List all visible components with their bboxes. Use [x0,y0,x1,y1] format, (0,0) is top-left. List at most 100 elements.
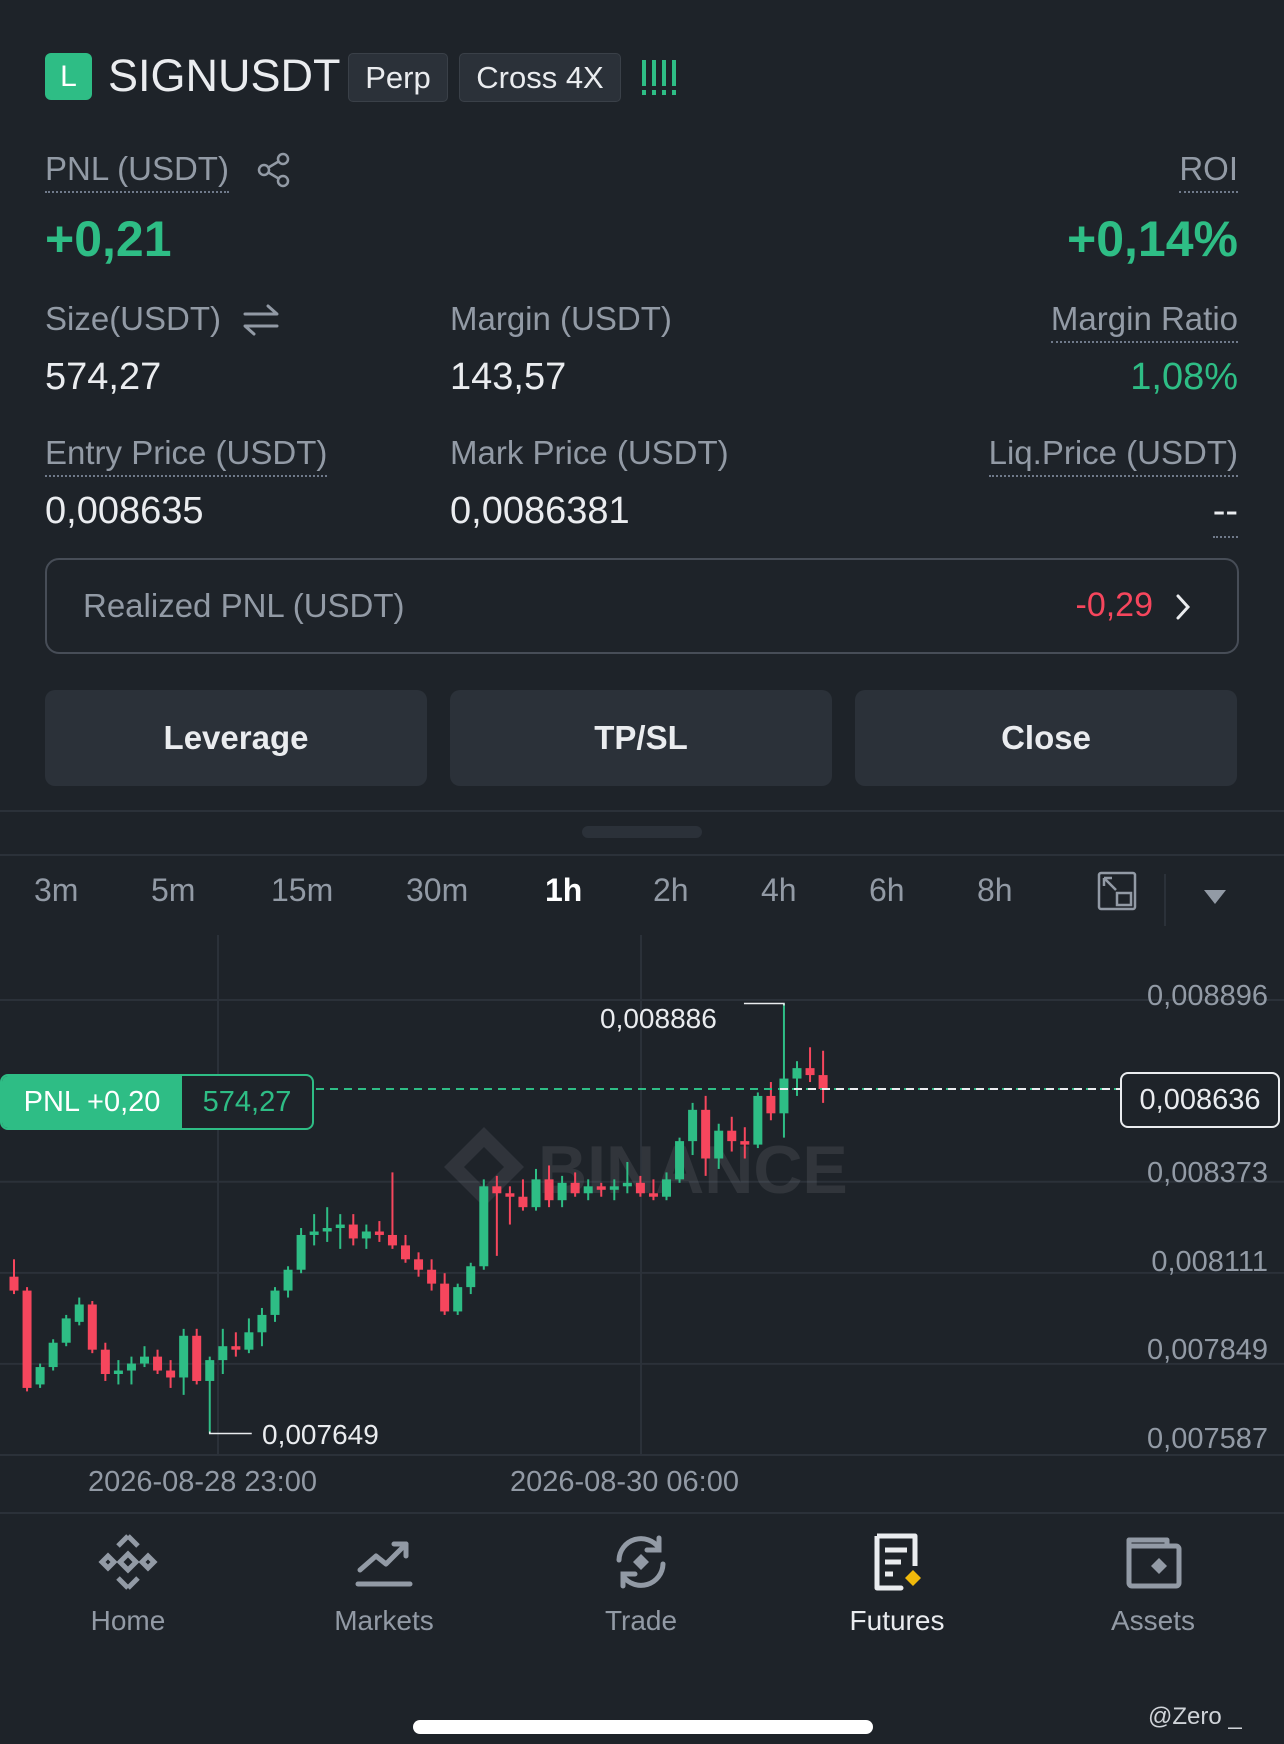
candle-body[interactable] [675,1141,685,1180]
candle-body[interactable] [283,1269,293,1291]
realized-pnl-row[interactable]: Realized PNL (USDT) -0,29 [45,558,1239,654]
pnl-label[interactable]: PNL (USDT) [45,150,229,193]
candle-body[interactable] [779,1078,789,1114]
nav-markets[interactable]: Markets [284,1530,484,1637]
roi-label[interactable]: ROI [1179,150,1238,193]
candle-body[interactable] [518,1196,528,1208]
candle-body[interactable] [440,1283,450,1312]
close-position-button[interactable]: Close [855,690,1237,786]
candle-body[interactable] [61,1318,71,1343]
candle-body[interactable] [414,1259,424,1270]
candle-body[interactable] [153,1356,163,1371]
expand-chart-icon[interactable] [1096,870,1138,912]
candle-body[interactable] [74,1304,84,1322]
candle-body[interactable] [427,1269,437,1284]
share-icon[interactable] [256,152,292,188]
candle-body[interactable] [22,1290,32,1388]
candle-body[interactable] [635,1182,645,1194]
candle-body[interactable] [622,1182,632,1187]
candle-body[interactable] [570,1182,580,1194]
timeframe-5m[interactable]: 5m [151,872,195,909]
candle-body[interactable] [348,1224,358,1239]
leverage-button[interactable]: Leverage [45,690,427,786]
candle-body[interactable] [701,1109,711,1159]
candle-body[interactable] [387,1234,397,1246]
candle-body[interactable] [818,1075,828,1089]
candle-body[interactable] [87,1304,97,1350]
candle-body[interactable] [453,1287,463,1312]
candle-body[interactable] [792,1068,802,1079]
candle-body[interactable] [9,1276,19,1291]
liq-price-label[interactable]: Liq.Price (USDT) [988,434,1238,477]
candle-body[interactable] [244,1332,254,1350]
candle-body[interactable] [361,1231,371,1239]
candle-body[interactable] [466,1266,476,1288]
candle-body[interactable] [492,1186,502,1194]
margin-mode-button[interactable]: Cross 4X [459,53,621,102]
candle-body[interactable] [48,1342,58,1368]
drag-handle[interactable] [582,826,702,838]
candle-body[interactable] [218,1346,228,1361]
margin-ratio-label[interactable]: Margin Ratio [1050,300,1238,343]
nav-assets-label: Assets [1110,1605,1196,1636]
timeframe-6h[interactable]: 6h [869,872,905,909]
nav-trade[interactable]: Trade [541,1530,741,1637]
price-chart[interactable]: BINANCE 0,008896 0,008373 0,008111 0,007… [0,935,1284,1515]
candle-body[interactable] [557,1182,567,1201]
candle-body[interactable] [648,1193,658,1197]
candle-body[interactable] [609,1186,619,1190]
candle-body[interactable] [205,1360,215,1381]
candle-body[interactable] [100,1349,110,1375]
candle-body[interactable] [296,1234,306,1270]
nav-assets[interactable]: Assets [1053,1530,1253,1637]
swap-icon[interactable] [241,302,281,338]
nav-futures[interactable]: Futures [797,1530,997,1637]
timeframe-30m[interactable]: 30m [406,872,468,909]
nav-home[interactable]: Home [28,1530,228,1637]
candle-body[interactable] [257,1314,267,1333]
candle-body[interactable] [505,1193,515,1197]
candle-body[interactable] [740,1141,750,1145]
candle-body[interactable] [35,1367,45,1385]
timeframe-3m[interactable]: 3m [34,872,78,909]
timeframe-8h[interactable]: 8h [977,872,1013,909]
candle-body[interactable] [140,1356,149,1364]
candle-body[interactable] [374,1231,384,1235]
y-tick-label: 0,008111 [1151,1246,1268,1278]
candle-body[interactable] [805,1068,815,1076]
candle-body[interactable] [544,1179,554,1201]
candle-body[interactable] [166,1370,176,1378]
timeframe-4h[interactable]: 4h [761,872,797,909]
candle-body[interactable] [531,1179,541,1208]
candle-body[interactable] [714,1130,724,1159]
candle-body[interactable] [479,1186,489,1267]
candle-body[interactable] [583,1186,593,1194]
candle-body[interactable] [766,1095,776,1114]
timeframe-2h[interactable]: 2h [653,872,689,909]
candle-body[interactable] [270,1290,280,1315]
tpsl-button[interactable]: TP/SL [450,690,832,786]
position-pnl-tag[interactable]: PNL +0,20 574,27 [0,1074,314,1130]
candle-body[interactable] [688,1109,698,1142]
candle-body[interactable] [179,1335,189,1378]
candle-body[interactable] [401,1245,410,1260]
candle-body[interactable] [126,1363,136,1371]
home-indicator[interactable] [413,1720,873,1734]
candle-body[interactable] [309,1231,319,1235]
candle-body[interactable] [113,1370,123,1375]
dropdown-caret-icon[interactable] [1204,890,1226,904]
candle-body[interactable] [753,1095,763,1145]
candle-body[interactable] [727,1130,737,1142]
candle-body[interactable] [231,1346,241,1350]
candle-body[interactable] [192,1335,202,1381]
candle-body[interactable] [662,1179,671,1197]
size-value: 574,27 [45,356,162,398]
candle-body[interactable] [335,1224,345,1229]
entry-price-label[interactable]: Entry Price (USDT) [45,434,328,477]
timeframe-15m[interactable]: 15m [271,872,333,909]
candle-body[interactable] [596,1186,606,1190]
candle-body[interactable] [322,1228,332,1232]
roi-value: +0,14% [1067,211,1238,267]
timeframe-1h[interactable]: 1h [545,872,582,909]
toolbar-separator [1164,874,1166,926]
